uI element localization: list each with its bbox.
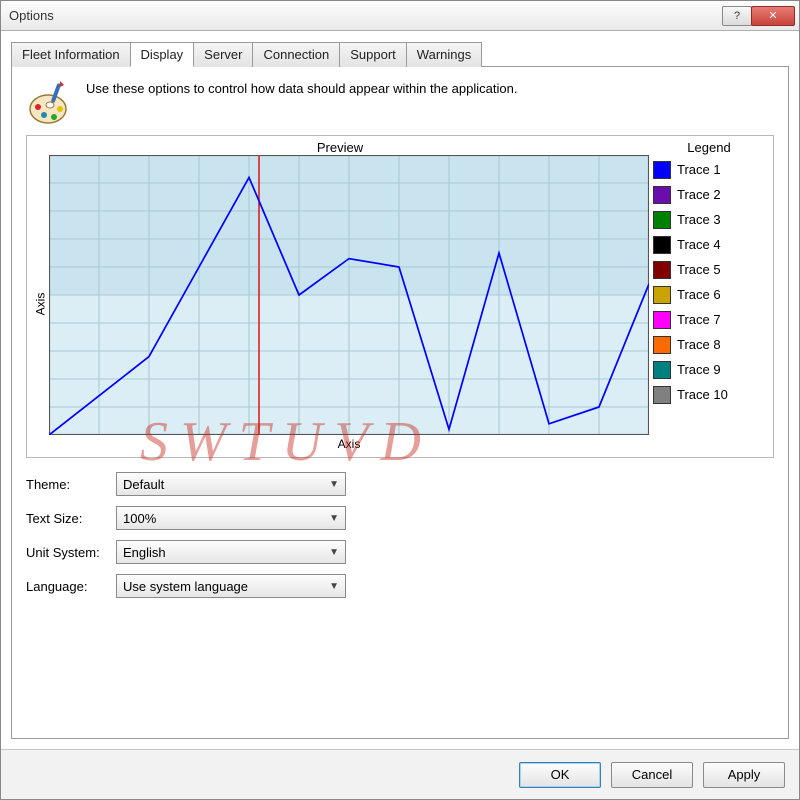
preview-chart — [49, 155, 649, 435]
legend-item: Trace 1 — [653, 157, 765, 182]
legend-swatch — [653, 386, 671, 404]
legend-swatch — [653, 286, 671, 304]
tabstrip: Fleet Information Display Server Connect… — [1, 31, 799, 66]
close-icon: ✕ — [768, 9, 777, 22]
legend-swatch — [653, 161, 671, 179]
legend-item: Trace 3 — [653, 207, 765, 232]
titlebar: Options ? ✕ — [1, 1, 799, 31]
legend-label: Trace 8 — [677, 337, 721, 352]
cancel-button[interactable]: Cancel — [611, 762, 693, 788]
legend: Trace 1 Trace 2 Trace 3 Trace 4 Trace 5 Trace… — [649, 155, 769, 453]
ok-button[interactable]: OK — [519, 762, 601, 788]
legend-swatch — [653, 236, 671, 254]
legend-title: Legend — [649, 140, 769, 155]
legend-label: Trace 6 — [677, 287, 721, 302]
tab-connection[interactable]: Connection — [252, 42, 340, 67]
tab-server[interactable]: Server — [193, 42, 253, 67]
legend-item: Trace 9 — [653, 357, 765, 382]
legend-swatch — [653, 311, 671, 329]
y-axis-label: Axis — [31, 155, 49, 453]
description-row: Use these options to control how data sh… — [26, 79, 774, 127]
tab-warnings[interactable]: Warnings — [406, 42, 482, 67]
legend-item: Trace 5 — [653, 257, 765, 282]
apply-button[interactable]: Apply — [703, 762, 785, 788]
description-text: Use these options to control how data sh… — [86, 79, 517, 96]
text-size-label: Text Size: — [26, 511, 116, 526]
legend-swatch — [653, 361, 671, 379]
legend-item: Trace 4 — [653, 232, 765, 257]
display-form: Theme: Default ▼ Text Size: 100% ▼ Unit … — [26, 472, 774, 608]
language-label: Language: — [26, 579, 116, 594]
legend-label: Trace 10 — [677, 387, 728, 402]
legend-label: Trace 9 — [677, 362, 721, 377]
options-dialog: Options ? ✕ Fleet Information Display Se… — [0, 0, 800, 800]
language-select[interactable]: Use system language ▼ — [116, 574, 346, 598]
window-controls: ? ✕ — [723, 6, 795, 26]
palette-icon — [26, 79, 74, 127]
legend-label: Trace 5 — [677, 262, 721, 277]
tab-fleet-information[interactable]: Fleet Information — [11, 42, 131, 67]
legend-swatch — [653, 261, 671, 279]
legend-swatch — [653, 336, 671, 354]
help-icon: ? — [734, 10, 740, 22]
chevron-down-icon: ▼ — [329, 513, 339, 524]
close-button[interactable]: ✕ — [751, 6, 795, 26]
chevron-down-icon: ▼ — [329, 581, 339, 592]
legend-label: Trace 1 — [677, 162, 721, 177]
legend-swatch — [653, 211, 671, 229]
legend-label: Trace 7 — [677, 312, 721, 327]
chevron-down-icon: ▼ — [329, 547, 339, 558]
dialog-buttons: OK Cancel Apply — [1, 749, 799, 799]
help-button[interactable]: ? — [722, 6, 752, 26]
legend-item: Trace 6 — [653, 282, 765, 307]
legend-item: Trace 2 — [653, 182, 765, 207]
window-title: Options — [9, 8, 723, 23]
display-panel: Use these options to control how data sh… — [11, 66, 789, 739]
tab-support[interactable]: Support — [339, 42, 407, 67]
preview-box: Preview Legend Axis Axis Trace 1Trace 2T… — [26, 135, 774, 458]
tab-display[interactable]: Display — [130, 42, 195, 67]
text-size-select[interactable]: 100% ▼ — [116, 506, 346, 530]
legend-item: Trace 10 — [653, 382, 765, 407]
legend-label: Trace 3 — [677, 212, 721, 227]
legend-item: Trace 8 — [653, 332, 765, 357]
x-axis-label: Axis — [49, 435, 649, 453]
theme-label: Theme: — [26, 477, 116, 492]
chevron-down-icon: ▼ — [329, 479, 339, 490]
theme-select[interactable]: Default ▼ — [116, 472, 346, 496]
legend-label: Trace 4 — [677, 237, 721, 252]
unit-system-label: Unit System: — [26, 545, 116, 560]
legend-label: Trace 2 — [677, 187, 721, 202]
legend-item: Trace 7 — [653, 307, 765, 332]
unit-system-select[interactable]: English ▼ — [116, 540, 346, 564]
preview-title: Preview — [31, 140, 649, 155]
legend-swatch — [653, 186, 671, 204]
